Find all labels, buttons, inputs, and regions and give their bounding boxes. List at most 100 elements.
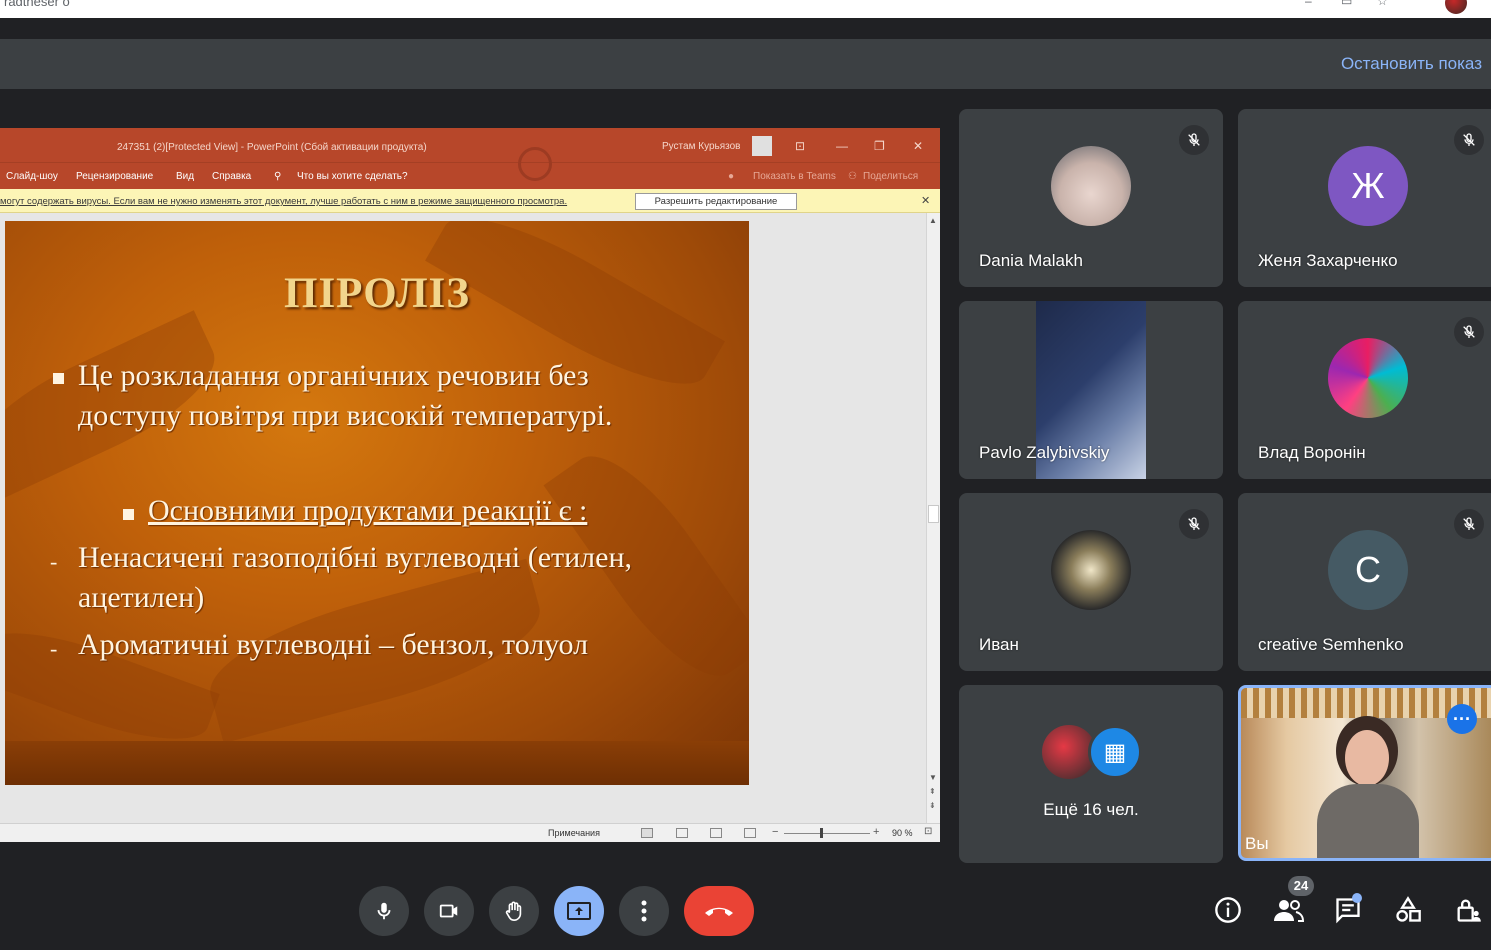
participant-tile[interactable]: C creative Semhenko (1238, 493, 1491, 671)
lock-person-icon (1457, 899, 1481, 922)
reading-view-icon[interactable] (710, 828, 722, 838)
scroll-down-icon[interactable]: ▼ (929, 773, 937, 782)
shapes-icon (1396, 896, 1421, 922)
participant-tile[interactable]: Влад Воронін (1238, 301, 1491, 479)
more-participants-label: Ещё 16 чел. (1043, 800, 1139, 819)
presenting-banner: Остановить показ (0, 39, 1491, 89)
slide-text: ацетилен) (78, 581, 205, 614)
avatar (1051, 146, 1131, 226)
present-button[interactable] (554, 886, 604, 936)
spacer (0, 18, 1491, 39)
participant-tile[interactable]: Иван (959, 493, 1223, 671)
avatar: C (1328, 530, 1408, 610)
mic-off-icon (1454, 317, 1484, 347)
previous-slide-icon[interactable]: ⇞ (929, 787, 936, 796)
slide-sorter-icon[interactable] (676, 828, 688, 838)
minimize-icon[interactable]: — (836, 139, 848, 153)
dash-bullet: - (50, 549, 58, 574)
microphone-button[interactable] (359, 886, 409, 936)
participant-name: Dania Malakh (979, 251, 1083, 270)
more-participants-tile[interactable]: ▦ Ещё 16 чел. (959, 685, 1223, 863)
zoom-slider[interactable] (784, 833, 870, 834)
tab-slideshow[interactable]: Слайд-шоу (6, 171, 58, 182)
account-avatar-icon[interactable] (752, 136, 772, 156)
more-options-button[interactable]: ··· (1447, 704, 1477, 734)
powerpoint-titlebar: 247351 (2)[Protected View] - PowerPoint … (0, 128, 940, 162)
clapperboard-icon: ▦ (1088, 725, 1142, 779)
tab-review[interactable]: Рецензирование (76, 171, 153, 182)
tab-help[interactable]: Справка (212, 171, 251, 182)
close-icon[interactable]: ✕ (913, 139, 923, 153)
zoom-out-icon[interactable]: − (772, 826, 778, 838)
browser-toolbar: radtneser o – ▭ ☆ ▭ (0, 0, 1491, 18)
mic-off-icon (1179, 125, 1209, 155)
minimize-icon[interactable]: – (1305, 0, 1319, 7)
account-name[interactable]: Рустам Курьязов (662, 141, 741, 152)
zoom-in-icon[interactable]: + (873, 826, 879, 838)
dash-bullet: - (50, 636, 58, 661)
self-video-tile[interactable]: ··· Вы (1238, 685, 1491, 861)
ribbon-display-icon[interactable]: ⊡ (795, 139, 805, 153)
camera-button[interactable] (424, 886, 474, 936)
people-icon (1274, 900, 1304, 922)
notes-button[interactable]: Примечания (548, 828, 600, 838)
browser-profile-avatar[interactable] (1445, 0, 1467, 14)
scroll-up-icon[interactable]: ▲ (929, 216, 937, 225)
zoom-slider-thumb[interactable] (820, 828, 823, 838)
avatar (1051, 530, 1131, 610)
slide-subheading: Основними продуктами реакції є : (148, 494, 588, 527)
lightbulb-icon: ⚲ (274, 171, 282, 182)
bullet-icon (53, 373, 64, 384)
zoom-level[interactable]: 90 % (892, 828, 913, 838)
window-title: 247351 (2)[Protected View] - PowerPoint … (117, 142, 427, 153)
participant-count-badge: 24 (1288, 876, 1314, 896)
stop-presenting-button[interactable]: Остановить показ (1341, 54, 1482, 74)
video-person-body (1317, 784, 1419, 858)
more-options-button[interactable] (619, 886, 669, 936)
fit-to-window-icon[interactable]: ⊡ (924, 826, 932, 837)
close-icon[interactable]: ✕ (921, 194, 930, 207)
protected-view-bar: могут содержать вирусы. Если вам не нужн… (0, 189, 940, 213)
avatar: Ж (1328, 146, 1408, 226)
ribbon-tabs: Слайд-шоу Рецензирование Вид Справка ⚲ Ч… (0, 147, 940, 189)
tell-me-field[interactable]: Что вы хотите сделать? (297, 171, 408, 182)
slideshow-view-icon[interactable] (744, 828, 756, 838)
next-slide-icon[interactable]: ⇟ (929, 801, 936, 810)
protected-view-message[interactable]: могут содержать вирусы. Если вам не нужн… (0, 196, 567, 207)
mic-icon (377, 902, 391, 920)
slide-text: Ароматичні вуглеводні – бензол, толуол (78, 628, 589, 661)
avatar (1328, 338, 1408, 418)
share-button[interactable]: Поделиться (863, 171, 918, 182)
raise-hand-button[interactable] (489, 886, 539, 936)
vertical-scrollbar[interactable]: ▲ ▼ ⇞ ⇟ (926, 213, 940, 823)
decor-circle (518, 147, 552, 181)
meeting-details-button[interactable] (1204, 886, 1252, 934)
participant-name: Иван (979, 635, 1019, 654)
activities-button[interactable] (1384, 886, 1432, 934)
teams-icon: ● (728, 171, 735, 182)
mic-off-icon (1454, 125, 1484, 155)
slide-footer-band (5, 741, 749, 785)
slide-text: доступу повітря при високій температурі. (78, 399, 613, 432)
participant-tile[interactable]: Ж Женя Захарченко (1238, 109, 1491, 287)
participant-tile[interactable]: Dania Malakh (959, 109, 1223, 287)
show-in-teams[interactable]: Показать в Teams (753, 171, 836, 182)
scroll-thumb[interactable] (928, 505, 939, 523)
enable-editing-button[interactable]: Разрешить редактирование (635, 193, 797, 210)
leave-call-button[interactable] (684, 886, 754, 936)
restore-icon[interactable]: ❐ (874, 139, 885, 153)
normal-view-icon[interactable] (641, 828, 653, 838)
tab-view[interactable]: Вид (176, 171, 194, 182)
kebab-icon (641, 900, 647, 922)
participant-tile[interactable]: Pavlo Zalybivskiy (959, 301, 1223, 479)
chat-button[interactable] (1324, 886, 1372, 934)
status-bar: Примечания − + 90 % ⊡ (0, 823, 940, 842)
address-bar-text[interactable]: radtneser o (4, 0, 70, 9)
host-controls-button[interactable] (1444, 886, 1491, 934)
star-icon[interactable]: ☆ (1377, 0, 1391, 7)
mic-off-icon (1179, 509, 1209, 539)
video-person-face (1345, 730, 1389, 786)
extension-icon[interactable] (1413, 0, 1427, 6)
screenshot-icon[interactable]: ▭ (1341, 0, 1355, 7)
hang-up-icon (705, 907, 733, 916)
